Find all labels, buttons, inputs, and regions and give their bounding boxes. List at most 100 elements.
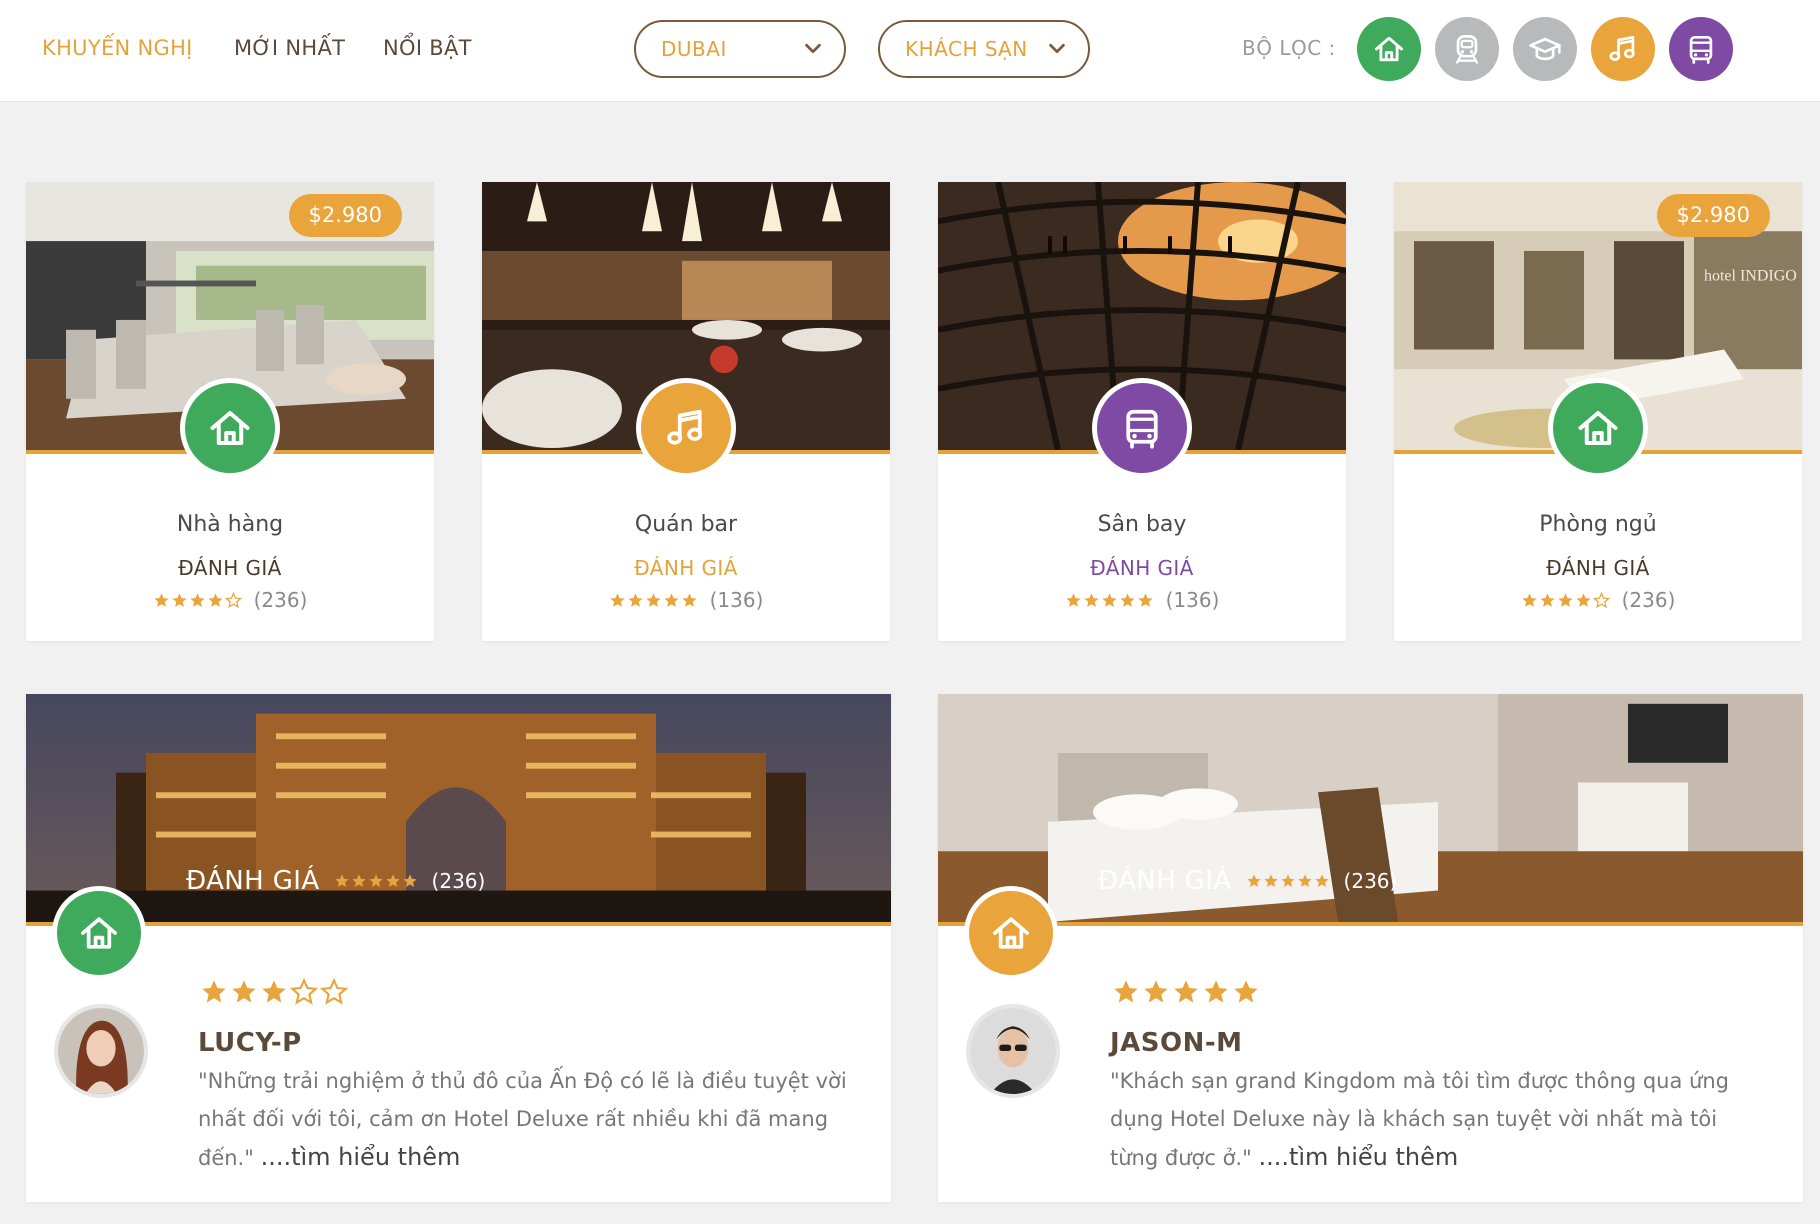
star-filled-icon [664, 592, 679, 607]
filter-home-button[interactable] [1357, 17, 1421, 81]
star-filled-icon [1114, 980, 1138, 1003]
music-icon [667, 409, 703, 445]
avatar [966, 1004, 1060, 1098]
photo-rating-overlay: ĐÁNH GIÁ (236) [1098, 866, 1397, 896]
card-title: Sân bay [1097, 512, 1187, 537]
review-count: (236) [1621, 588, 1676, 612]
photo-rating-overlay: ĐÁNH GIÁ (236) [186, 866, 485, 896]
home-icon [81, 917, 117, 949]
rating-row: (236) [1394, 588, 1802, 612]
graduation-cap-icon [1529, 37, 1561, 61]
star-filled-icon [334, 874, 349, 887]
star-rating [1065, 592, 1154, 609]
read-more-link[interactable]: ....tìm hiểu thêm [261, 1143, 461, 1171]
home-icon [210, 411, 250, 445]
star-filled-icon [1204, 980, 1228, 1003]
star-filled-icon [628, 592, 643, 607]
filter-bus-button[interactable] [1669, 17, 1733, 81]
bus-icon [1126, 409, 1158, 449]
card-title: Nhà hàng [176, 512, 284, 537]
nav-newest[interactable]: MỚI NHẤT [234, 36, 345, 60]
star-filled-icon [368, 874, 383, 887]
star-filled-icon [1280, 874, 1295, 887]
filter-education-button[interactable] [1513, 17, 1577, 81]
star-filled-icon [1144, 980, 1168, 1003]
star-filled-icon [1263, 874, 1278, 887]
type-select-value: KHÁCH SẠN [905, 37, 1028, 61]
location-select-value: DUBAI [661, 37, 727, 61]
star-empty-icon [320, 978, 348, 1005]
star-filled-icon [154, 592, 169, 607]
star-filled-icon [1066, 592, 1081, 607]
filter-label: BỘ LỌC : [1242, 36, 1336, 60]
overlay-rating-label: ĐÁNH GIÁ [186, 866, 320, 896]
train-icon [1455, 35, 1479, 64]
rating-label: ĐÁNH GIÁ [634, 556, 738, 580]
review-count: (236) [253, 588, 308, 612]
rating-label: ĐÁNH GIÁ [1090, 556, 1194, 580]
star-filled-icon [202, 980, 226, 1003]
nav-featured[interactable]: NỔI BẬT [383, 36, 472, 60]
rating-label: ĐÁNH GIÁ [178, 556, 282, 580]
star-filled-icon [1558, 592, 1573, 607]
music-icon [1609, 35, 1635, 61]
avatar [54, 1004, 148, 1098]
review-card-lucy[interactable]: ĐÁNH GIÁ (236) LUCY-P "Những trải nghiệm… [26, 694, 891, 1202]
star-filled-icon [190, 592, 205, 607]
category-badge-home [964, 886, 1058, 980]
star-rating [609, 592, 698, 609]
review-count: (136) [709, 588, 764, 612]
star-empty-icon [290, 978, 318, 1005]
star-filled-icon [1246, 874, 1261, 887]
review-card-jason[interactable]: ĐÁNH GIÁ (236) JASON-M "Khách sạn grand … [938, 694, 1803, 1202]
category-badge-home [1548, 378, 1648, 478]
type-select[interactable]: KHÁCH SẠN [878, 20, 1090, 78]
category-badge-home [180, 378, 280, 478]
price-tag: $2.980 [1656, 194, 1770, 237]
svg-text:hotel INDIGO: hotel INDIGO [1704, 268, 1797, 285]
review-count: (236) [431, 869, 486, 893]
overlay-rating-label: ĐÁNH GIÁ [1098, 866, 1232, 896]
star-filled-icon [1314, 874, 1329, 887]
bus-icon [1689, 35, 1713, 64]
reviewer-name: LUCY-P [198, 1028, 302, 1058]
star-rating [334, 873, 418, 889]
rating-row: (236) [26, 588, 434, 612]
home-icon [993, 917, 1029, 949]
star-filled-icon [172, 592, 187, 607]
star-filled-icon [1522, 592, 1537, 607]
nav-recommended[interactable]: KHUYẾN NGHỊ [42, 36, 193, 60]
user-star-rating [200, 978, 348, 1006]
star-rating [1246, 873, 1330, 889]
review-count: (236) [1343, 869, 1398, 893]
rating-row: (136) [938, 588, 1346, 612]
star-filled-icon [262, 980, 286, 1003]
star-filled-icon [1540, 592, 1555, 607]
chevron-down-icon [1049, 43, 1065, 54]
star-filled-icon [1174, 980, 1198, 1003]
star-filled-icon [1120, 592, 1135, 607]
card-title: Quán bar [634, 512, 738, 537]
rating-row: (136) [482, 588, 890, 612]
filter-train-button[interactable] [1435, 17, 1499, 81]
star-filled-icon [1234, 980, 1258, 1003]
star-filled-icon [208, 592, 223, 607]
user-star-rating [1112, 978, 1260, 1006]
review-text: "Những trải nghiệm ở thủ đô của Ấn Độ có… [198, 1062, 848, 1177]
star-filled-icon [610, 592, 625, 607]
star-filled-icon [385, 874, 400, 887]
price-tag: $2.980 [288, 194, 402, 237]
star-empty-icon [1592, 591, 1610, 608]
reviewer-name: JASON-M [1110, 1028, 1243, 1058]
star-filled-icon [351, 874, 366, 887]
location-select[interactable]: DUBAI [634, 20, 846, 78]
filter-music-button[interactable] [1591, 17, 1655, 81]
review-count: (136) [1165, 588, 1220, 612]
read-more-link[interactable]: ....tìm hiểu thêm [1258, 1143, 1458, 1171]
star-filled-icon [402, 874, 417, 887]
category-badge-bus [1092, 378, 1192, 478]
home-icon [1578, 411, 1618, 445]
card-title: Phòng ngủ [1539, 512, 1657, 537]
star-empty-icon [224, 591, 242, 608]
star-filled-icon [1138, 592, 1153, 607]
